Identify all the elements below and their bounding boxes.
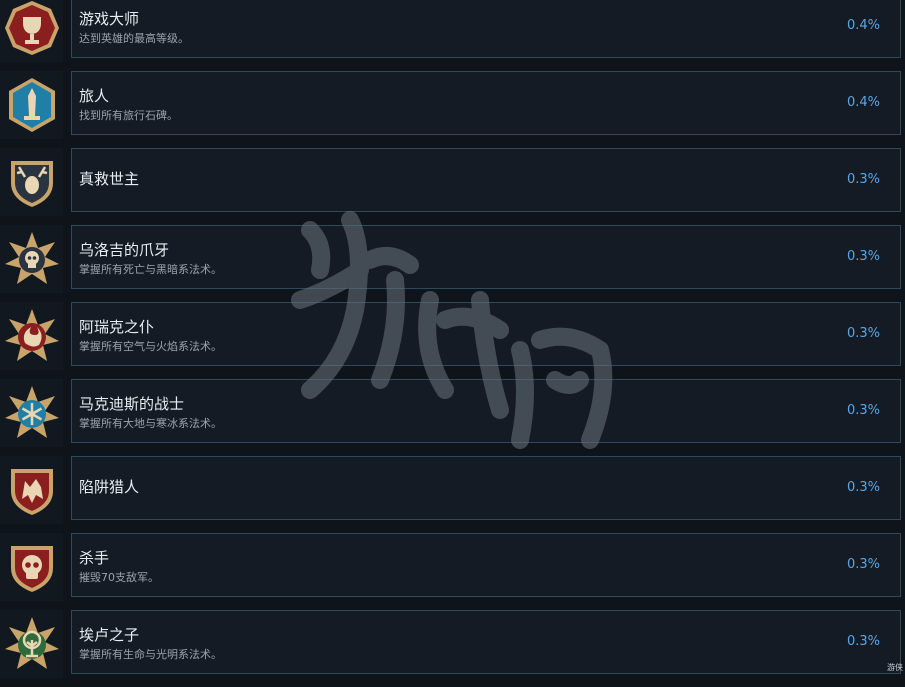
achievement-title: 杀手 [79,547,109,568]
achievement-panel: 阿瑞克之仆 掌握所有空气与火焰系法术。 0.3% [71,302,901,366]
achievement-description: 摧毁70支敌军。 [79,569,159,585]
skull-shield-icon [3,538,61,596]
achievement-description: 掌握所有死亡与黑暗系法术。 [79,261,222,277]
achievement-title: 阿瑞克之仆 [79,316,154,337]
achievement-title: 埃卢之子 [79,624,139,645]
achievement-title: 旅人 [79,85,109,106]
unlock-percentage: 0.4% [847,95,880,110]
achievement-row[interactable]: 马克迪斯的战士 掌握所有大地与寒冰系法术。 0.3% [0,379,905,456]
achievement-row[interactable]: 真救世主 0.3% [0,148,905,225]
achievement-panel: 埃卢之子 掌握所有生命与光明系法术。 0.3% [71,610,901,674]
achievement-title: 陷阱猎人 [79,476,139,497]
achievement-description: 达到英雄的最高等级。 [79,30,189,46]
achievement-icon-frame [0,302,63,370]
achievement-icon-frame [0,71,63,139]
achievement-row[interactable]: 游戏大师 达到英雄的最高等级。 0.4% [0,0,905,71]
snowflake-icon [3,384,61,442]
achievement-title: 游戏大师 [79,8,139,29]
unlock-percentage: 0.3% [847,326,880,341]
achievement-title: 马克迪斯的战士 [79,393,184,414]
achievement-row[interactable]: 乌洛吉的爪牙 掌握所有死亡与黑暗系法术。 0.3% [0,225,905,302]
wolf-shield-icon [3,461,61,519]
achievement-icon-frame [0,610,63,678]
flame-swirl-icon [3,307,61,365]
achievement-icon-frame [0,379,63,447]
achievement-icon-frame [0,456,63,524]
unlock-percentage: 0.3% [847,634,880,649]
achievement-title: 乌洛吉的爪牙 [79,239,169,260]
achievement-panel: 乌洛吉的爪牙 掌握所有死亡与黑暗系法术。 0.3% [71,225,901,289]
achievement-panel: 杀手 摧毁70支敌军。 0.3% [71,533,901,597]
skull-sun-icon [3,230,61,288]
corner-watermark-text: 游侠 [887,662,903,673]
achievement-list: 游戏大师 达到英雄的最高等级。 0.4% 旅人 找到所有旅行石碑。 0.4% [0,0,905,687]
stag-shield-icon [3,153,61,211]
achievement-description: 找到所有旅行石碑。 [79,107,178,123]
unlock-percentage: 0.3% [847,480,880,495]
trophy-icon [3,0,61,57]
achievement-panel: 旅人 找到所有旅行石碑。 0.4% [71,71,901,135]
achievement-icon-frame [0,0,63,62]
achievement-panel: 陷阱猎人 0.3% [71,456,901,520]
achievement-row[interactable]: 旅人 找到所有旅行石碑。 0.4% [0,71,905,148]
achievement-icon-frame [0,225,63,293]
achievement-description: 掌握所有空气与火焰系法术。 [79,338,222,354]
achievement-panel: 马克迪斯的战士 掌握所有大地与寒冰系法术。 0.3% [71,379,901,443]
achievement-panel: 游戏大师 达到英雄的最高等级。 0.4% [71,0,901,58]
tree-icon [3,615,61,673]
achievement-row[interactable]: 陷阱猎人 0.3% [0,456,905,533]
achievement-row[interactable]: 杀手 摧毁70支敌军。 0.3% [0,533,905,610]
achievement-description: 掌握所有大地与寒冰系法术。 [79,415,222,431]
unlock-percentage: 0.4% [847,18,880,33]
unlock-percentage: 0.3% [847,403,880,418]
achievement-panel: 真救世主 0.3% [71,148,901,212]
obelisk-icon [3,76,61,134]
achievement-title: 真救世主 [79,168,139,189]
achievement-row[interactable]: 埃卢之子 掌握所有生命与光明系法术。 0.3% [0,610,905,687]
achievement-icon-frame [0,533,63,601]
achievement-row[interactable]: 阿瑞克之仆 掌握所有空气与火焰系法术。 0.3% [0,302,905,379]
unlock-percentage: 0.3% [847,172,880,187]
unlock-percentage: 0.3% [847,249,880,264]
achievement-icon-frame [0,148,63,216]
achievement-description: 掌握所有生命与光明系法术。 [79,646,222,662]
unlock-percentage: 0.3% [847,557,880,572]
